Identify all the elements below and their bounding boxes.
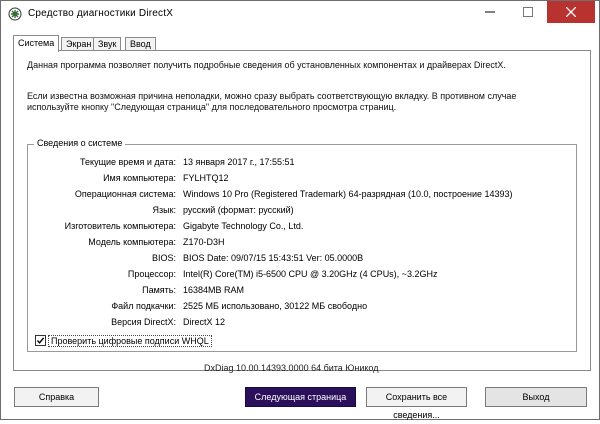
save-all-info-button[interactable]: Сохранить все сведения...	[366, 387, 467, 420]
info-row-processor: Процессор: Intel(R) Core(TM) i5-6500 CPU…	[28, 269, 576, 281]
maximize-icon	[523, 7, 533, 17]
intro-hint-text: Если известна возможная причина неполадк…	[27, 91, 517, 112]
info-label: BIOS:	[151, 253, 176, 263]
info-row-datetime: Текущие время и дата: 13 января 2017 г.,…	[28, 157, 576, 169]
tab-input[interactable]: Ввод	[125, 37, 156, 51]
info-label: Память:	[142, 285, 176, 295]
info-label: Имя компьютера:	[103, 173, 176, 183]
info-label: Версия DirectX:	[111, 317, 176, 327]
info-value: Intel(R) Core(TM) i5-6500 CPU @ 3.20GHz …	[183, 269, 438, 279]
info-value: русский (формат: русский)	[183, 205, 294, 215]
checkmark-icon	[36, 337, 45, 344]
info-label: Текущие время и дата:	[80, 157, 176, 167]
info-value: 13 января 2017 г., 17:55:51	[183, 157, 295, 167]
info-row-bios: BIOS: BIOS Date: 09/07/15 15:43:51 Ver: …	[28, 253, 576, 265]
exit-button[interactable]: Выход	[485, 387, 587, 407]
tab-sound[interactable]: Звук	[93, 37, 122, 51]
info-label: Модель компьютера:	[88, 237, 176, 247]
intro-text: Данная программа позволяет получить подр…	[27, 60, 506, 70]
info-row-computer-name: Имя компьютера: FYLHTQ12	[28, 173, 576, 185]
title-bar[interactable]: Средство диагностики DirectX	[1, 1, 599, 27]
info-label: Файл подкачки:	[111, 301, 176, 311]
info-label: Язык:	[152, 205, 176, 215]
info-value: Gigabyte Technology Co., Ltd.	[183, 221, 304, 231]
close-icon	[566, 7, 576, 17]
info-label: Процессор:	[127, 269, 176, 279]
info-value: Z170-D3H	[183, 237, 225, 247]
maximize-button[interactable]	[509, 1, 547, 23]
info-label: Изготовитель компьютера:	[64, 221, 176, 231]
info-row-os: Операционная система: Windows 10 Pro (Re…	[28, 189, 576, 201]
dxdiag-window: Средство диагностики DirectX Система Экр…	[0, 0, 600, 420]
tab-system[interactable]: Система	[13, 35, 60, 52]
info-value: DirectX 12	[183, 317, 226, 327]
directx-app-icon	[8, 7, 22, 21]
whql-checkbox-label[interactable]: Проверить цифровые подписи WHQL	[48, 335, 212, 347]
group-title: Сведения о системе	[34, 138, 126, 148]
info-label: Операционная система:	[74, 189, 176, 199]
tab-display[interactable]: Экран	[61, 37, 97, 51]
next-page-button[interactable]: Следующая страница	[245, 387, 356, 407]
info-value: FYLHTQ12	[183, 173, 229, 183]
help-button[interactable]: Справка	[14, 387, 99, 407]
system-info-group: Сведения о системе Текущие время и дата:…	[27, 138, 577, 352]
minimize-button[interactable]	[471, 1, 509, 23]
close-button[interactable]	[547, 1, 595, 23]
system-tab-panel: Данная программа позволяет получить подр…	[13, 50, 591, 371]
window-title: Средство диагностики DirectX	[28, 8, 174, 19]
info-row-model: Модель компьютера: Z170-D3H	[28, 237, 576, 249]
info-row-language: Язык: русский (формат: русский)	[28, 205, 576, 217]
whql-checkbox[interactable]	[35, 335, 46, 346]
info-value: Windows 10 Pro (Registered Trademark) 64…	[183, 189, 513, 199]
info-row-pagefile: Файл подкачки: 2525 МБ использовано, 301…	[28, 301, 576, 313]
info-row-directx-version: Версия DirectX: DirectX 12	[28, 317, 576, 329]
dxdiag-version-value: DxDiag 10.00.14393.0000 64 бита Юникод	[204, 363, 379, 373]
info-value: 2525 МБ использовано, 30122 МБ свободно	[183, 301, 368, 311]
info-row-memory: Память: 16384MB RAM	[28, 285, 576, 297]
dxdiag-version-text: DxDiag 10.00.14393.0000 64 бита Юникод	[204, 363, 379, 373]
info-value: 16384MB RAM	[183, 285, 245, 295]
minimize-icon	[485, 11, 495, 13]
info-value: BIOS Date: 09/07/15 15:43:51 Ver: 05.000…	[183, 253, 364, 263]
info-row-manufacturer: Изготовитель компьютера: Gigabyte Techno…	[28, 221, 576, 233]
